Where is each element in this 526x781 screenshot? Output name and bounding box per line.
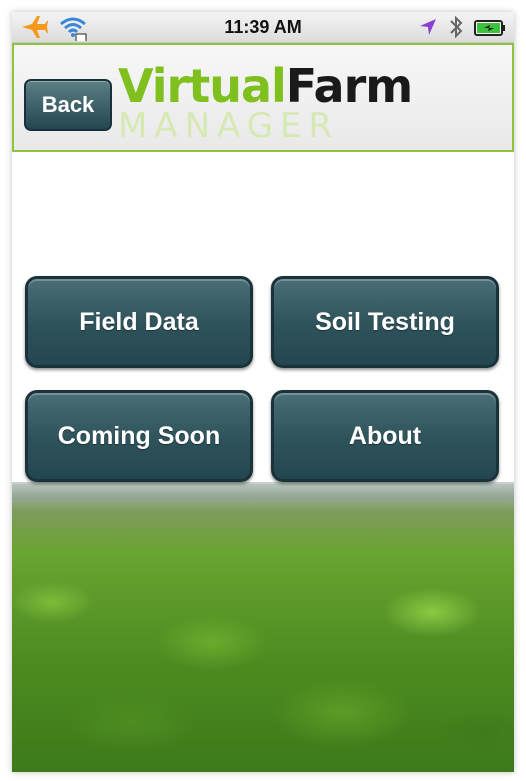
logo-word-virtual: Virtual bbox=[118, 59, 287, 113]
phone-screen: 11:39 AM Back VirtualFarm MANAGER Field … bbox=[12, 12, 514, 772]
status-bar: 11:39 AM bbox=[12, 12, 514, 43]
app-logo: VirtualFarm bbox=[118, 59, 413, 113]
soybean-field-image bbox=[12, 482, 514, 772]
coming-soon-button[interactable]: Coming Soon bbox=[25, 390, 253, 482]
bluetooth-icon bbox=[450, 15, 463, 39]
app-header: Back VirtualFarm MANAGER bbox=[12, 43, 514, 152]
logo-word-manager: MANAGER bbox=[118, 106, 340, 146]
treeline-background bbox=[12, 484, 514, 500]
location-arrow-icon bbox=[420, 19, 436, 35]
back-button[interactable]: Back bbox=[24, 79, 112, 131]
soil-testing-button[interactable]: Soil Testing bbox=[271, 276, 499, 368]
status-time: 11:39 AM bbox=[224, 17, 302, 37]
field-data-button[interactable]: Field Data bbox=[25, 276, 253, 368]
battery-icon bbox=[474, 20, 505, 36]
about-button[interactable]: About bbox=[271, 390, 499, 482]
logo-word-farm: Farm bbox=[285, 59, 413, 113]
